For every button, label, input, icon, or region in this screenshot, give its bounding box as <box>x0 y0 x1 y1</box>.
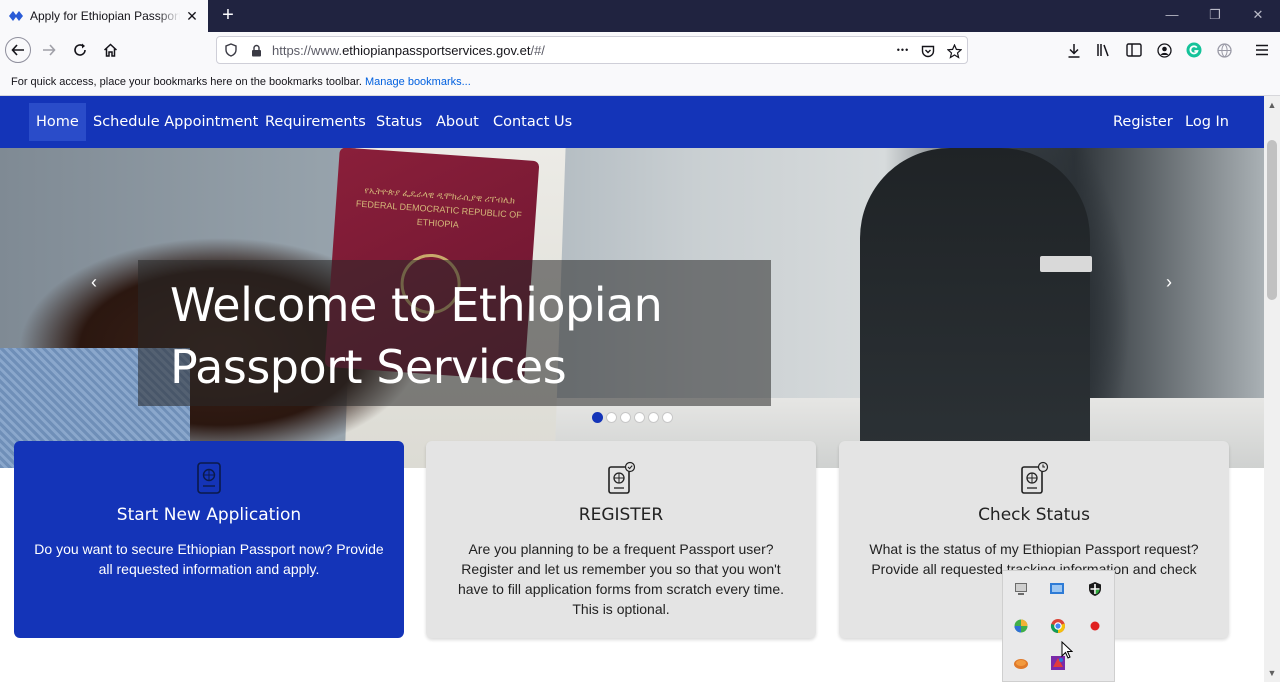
network-tray-icon[interactable] <box>1049 581 1065 597</box>
lock-icon[interactable] <box>249 42 263 58</box>
close-window-icon[interactable]: ✕ <box>1236 0 1280 32</box>
tab-active[interactable]: Apply for Ethiopian Passport Online ✕ <box>0 0 208 32</box>
close-tab-icon[interactable]: ✕ <box>184 8 200 24</box>
scroll-thumb[interactable] <box>1267 140 1277 300</box>
card-description: Are you planning to be a frequent Passpo… <box>457 541 784 617</box>
carousel-indicators <box>592 412 673 423</box>
nav-home[interactable]: Home <box>29 103 86 141</box>
card-start-new-application[interactable]: Start New Application Do you want to sec… <box>14 441 404 638</box>
forward-arrow-icon <box>43 44 56 56</box>
scroll-down-icon[interactable]: ▼ <box>1264 666 1280 680</box>
bookmark-star-icon[interactable] <box>945 42 963 60</box>
mouse-cursor-icon <box>1061 641 1073 659</box>
nav-schedule-appointment[interactable]: Schedule Appointment <box>86 103 265 141</box>
bookmarks-hint: For quick access, place your bookmarks h… <box>11 76 362 88</box>
passport-check-icon <box>608 461 636 494</box>
chrome-tray-icon[interactable] <box>1050 618 1066 634</box>
url-text[interactable]: https://www.ethiopianpassportservices.go… <box>272 43 545 58</box>
colorful-app-tray-icon[interactable] <box>1013 618 1029 634</box>
card-title: Start New Application <box>116 505 302 525</box>
nav-about[interactable]: About <box>429 103 486 141</box>
nav-requirements[interactable]: Requirements <box>258 103 373 141</box>
new-tab-button[interactable]: + <box>216 4 240 28</box>
record-tray-icon[interactable] <box>1087 618 1103 634</box>
nav-contact-us[interactable]: Contact Us <box>486 103 579 141</box>
card-register[interactable]: REGISTER Are you planning to be a freque… <box>426 441 816 638</box>
reload-button[interactable] <box>67 37 93 63</box>
back-arrow-icon <box>11 44 24 56</box>
library-icon[interactable] <box>1095 41 1113 59</box>
tab-bar: Apply for Ethiopian Passport Online ✕ + … <box>0 0 1280 32</box>
browser-toolbar: https://www.ethiopianpassportservices.go… <box>0 32 1280 68</box>
restore-icon[interactable]: ❐ <box>1193 0 1237 32</box>
carousel-dot[interactable] <box>592 412 603 423</box>
card-title: REGISTER <box>578 505 664 525</box>
menu-hamburger-icon[interactable] <box>1253 41 1271 59</box>
passport-clock-icon <box>1021 461 1049 494</box>
system-tray-overflow <box>1002 570 1115 682</box>
globe-extension-icon[interactable] <box>1215 41 1233 59</box>
page-actions-more-icon[interactable]: ••• <box>893 41 913 59</box>
carousel-next-icon[interactable]: › <box>1159 272 1179 292</box>
tab-title: Apply for Ethiopian Passport Online <box>30 9 180 23</box>
minimize-icon[interactable]: — <box>1150 0 1194 32</box>
manage-bookmarks-link[interactable]: Manage bookmarks... <box>365 76 471 88</box>
carousel-dot[interactable] <box>620 412 631 423</box>
carousel-dot[interactable] <box>634 412 645 423</box>
account-icon[interactable] <box>1155 41 1173 59</box>
back-button[interactable] <box>5 37 31 63</box>
carousel-dot[interactable] <box>606 412 617 423</box>
shield-icon[interactable] <box>223 42 239 58</box>
grammarly-icon[interactable] <box>1185 41 1203 59</box>
pocket-icon[interactable] <box>919 42 937 60</box>
orange-app-tray-icon[interactable] <box>1013 655 1029 671</box>
site-navbar: Home Schedule Appointment Requirements S… <box>0 96 1264 148</box>
bookmarks-toolbar: For quick access, place your bookmarks h… <box>0 68 1280 96</box>
nav-register[interactable]: Register <box>1106 103 1180 141</box>
scroll-up-icon[interactable]: ▲ <box>1264 98 1280 112</box>
home-button[interactable] <box>97 37 123 63</box>
nav-status[interactable]: Status <box>369 103 429 141</box>
hero-officer-graphic <box>860 148 1090 468</box>
hero-title: Welcome to Ethiopian Passport Services <box>170 278 663 394</box>
carousel-prev-icon[interactable]: ‹ <box>84 272 104 292</box>
security-shield-tray-icon[interactable] <box>1087 581 1103 597</box>
passport-icon <box>197 462 221 494</box>
hero-name-badge-graphic <box>1040 256 1092 272</box>
url-bar[interactable]: https://www.ethiopianpassportservices.go… <box>216 36 968 64</box>
reload-icon <box>74 43 86 56</box>
forward-button[interactable] <box>36 37 62 63</box>
site-favicon-icon <box>8 8 24 24</box>
downloads-icon[interactable] <box>1065 41 1083 59</box>
card-title: Check Status <box>978 505 1090 525</box>
carousel-dot[interactable] <box>662 412 673 423</box>
card-description: Do you want to secure Ethiopian Passport… <box>34 541 384 577</box>
home-icon <box>103 43 117 57</box>
page-scrollbar[interactable]: ▲ ▼ <box>1264 96 1280 682</box>
sidebar-icon[interactable] <box>1125 41 1143 59</box>
passport-cover-text: የኢትዮጵያ ፌዴራላዊ ዲሞክራሲያዊ ሪፐብሊክ FEDERAL DEMOC… <box>355 185 522 230</box>
carousel-dot[interactable] <box>648 412 659 423</box>
nav-log-in[interactable]: Log In <box>1178 103 1236 141</box>
hero-carousel: የኢትዮጵያ ፌዴራላዊ ዲሞክራሲያዊ ሪፐብሊክ FEDERAL DEMOC… <box>0 148 1264 468</box>
monitor-tray-icon[interactable] <box>1013 581 1029 597</box>
